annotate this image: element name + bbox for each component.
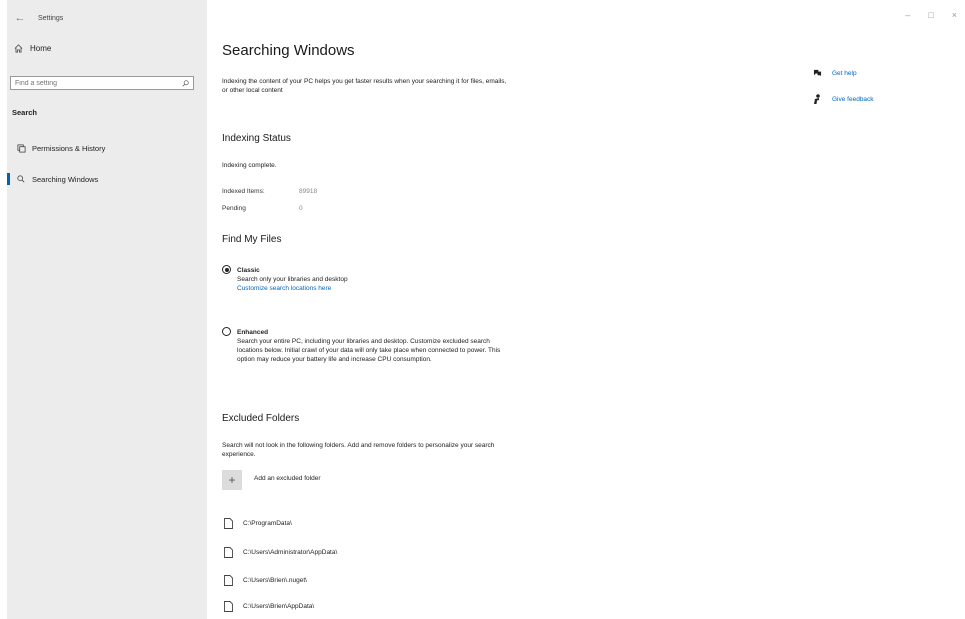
indexed-items-row: Indexed Items: 89918 <box>222 188 317 195</box>
classic-title: Classic <box>237 267 260 274</box>
enhanced-title: Enhanced <box>237 329 269 336</box>
page-title: Searching Windows <box>222 42 355 59</box>
find-setting-search-box[interactable] <box>10 76 194 90</box>
sidebar-section-search: Search <box>12 108 38 117</box>
folder-icon <box>222 547 234 558</box>
home-label: Home <box>30 44 52 53</box>
pending-row: Pending 0 <box>222 205 303 212</box>
title-bar: ← Settings <box>8 11 64 25</box>
find-my-files-heading: Find My Files <box>222 234 282 245</box>
feedback-person-icon <box>812 94 822 104</box>
maximize-button[interactable]: □ <box>928 10 933 20</box>
folder-icon <box>222 575 234 586</box>
intro-text: Indexing the content of your PC helps yo… <box>222 78 507 94</box>
help-links: Get help Give feedback <box>812 66 874 118</box>
pending-value: 0 <box>299 205 303 212</box>
sidebar <box>7 0 207 619</box>
indexed-items-label: Indexed Items: <box>222 188 265 195</box>
excluded-folders-description: Search will not look in the following fo… <box>222 442 495 458</box>
home-icon <box>12 44 24 53</box>
folder-path: C:\Users\Brien\AppData\ <box>243 603 315 610</box>
search-icon[interactable] <box>182 79 189 87</box>
excluded-folder-item[interactable]: C:\Users\Brien\.nuget\ <box>222 575 307 586</box>
excluded-folder-item[interactable]: C:\Users\Brien\AppData\ <box>222 601 314 612</box>
sidebar-item-label: Permissions & History <box>32 143 106 153</box>
excluded-folders-heading: Excluded Folders <box>222 413 300 424</box>
search-icon <box>15 175 27 183</box>
get-help-link[interactable]: Get help <box>812 66 874 80</box>
add-folder-button[interactable]: + <box>222 470 242 490</box>
enhanced-description: Search your entire PC, including your li… <box>237 338 501 363</box>
sidebar-item-permissions-history[interactable]: Permissions & History <box>7 140 207 156</box>
back-arrow-icon: ← <box>14 12 26 24</box>
classic-option[interactable]: Classic Search only your libraries and d… <box>222 265 507 293</box>
get-help-label: Get help <box>832 69 857 77</box>
pending-label: Pending <box>222 205 246 212</box>
indexing-status-text: Indexing complete. <box>222 162 277 169</box>
history-icon <box>15 143 27 153</box>
indexed-items-value: 89918 <box>299 188 318 195</box>
folder-icon <box>222 601 234 612</box>
folder-path: C:\Users\Administrator\AppData\ <box>243 549 338 556</box>
home-link[interactable]: Home <box>12 44 51 53</box>
customize-search-locations-link[interactable]: Customize search locations here <box>237 284 507 293</box>
add-excluded-folder[interactable]: + Add an excluded folder <box>222 470 321 490</box>
sidebar-item-label: Searching Windows <box>32 174 99 184</box>
sidebar-item-searching-windows[interactable]: Searching Windows <box>7 171 207 187</box>
close-button[interactable]: × <box>952 10 957 20</box>
add-excluded-folder-label: Add an excluded folder <box>254 475 321 482</box>
radio-selected-dot <box>224 267 229 272</box>
enhanced-option[interactable]: Enhanced Search your entire PC, includin… <box>222 327 507 364</box>
enhanced-radio[interactable] <box>222 327 231 336</box>
folder-icon <box>222 518 234 529</box>
window-controls: – □ × <box>905 10 957 20</box>
excluded-folder-item[interactable]: C:\Users\Administrator\AppData\ <box>222 547 337 558</box>
chat-bubble-icon <box>812 69 822 77</box>
give-feedback-link[interactable]: Give feedback <box>812 92 874 106</box>
minimize-button[interactable]: – <box>905 10 910 20</box>
classic-radio[interactable] <box>222 265 231 274</box>
folder-path: C:\ProgramData\ <box>243 520 292 527</box>
classic-description: Search only your libraries and desktop <box>237 276 348 283</box>
excluded-folder-item[interactable]: C:\ProgramData\ <box>222 518 292 529</box>
plus-icon: + <box>228 473 236 487</box>
give-feedback-label: Give feedback <box>832 95 874 103</box>
indexing-status-heading: Indexing Status <box>222 133 291 144</box>
back-button[interactable]: ← <box>8 11 32 25</box>
find-setting-input[interactable] <box>15 79 165 87</box>
app-title: Settings <box>38 14 64 22</box>
folder-path: C:\Users\Brien\.nuget\ <box>243 577 307 584</box>
